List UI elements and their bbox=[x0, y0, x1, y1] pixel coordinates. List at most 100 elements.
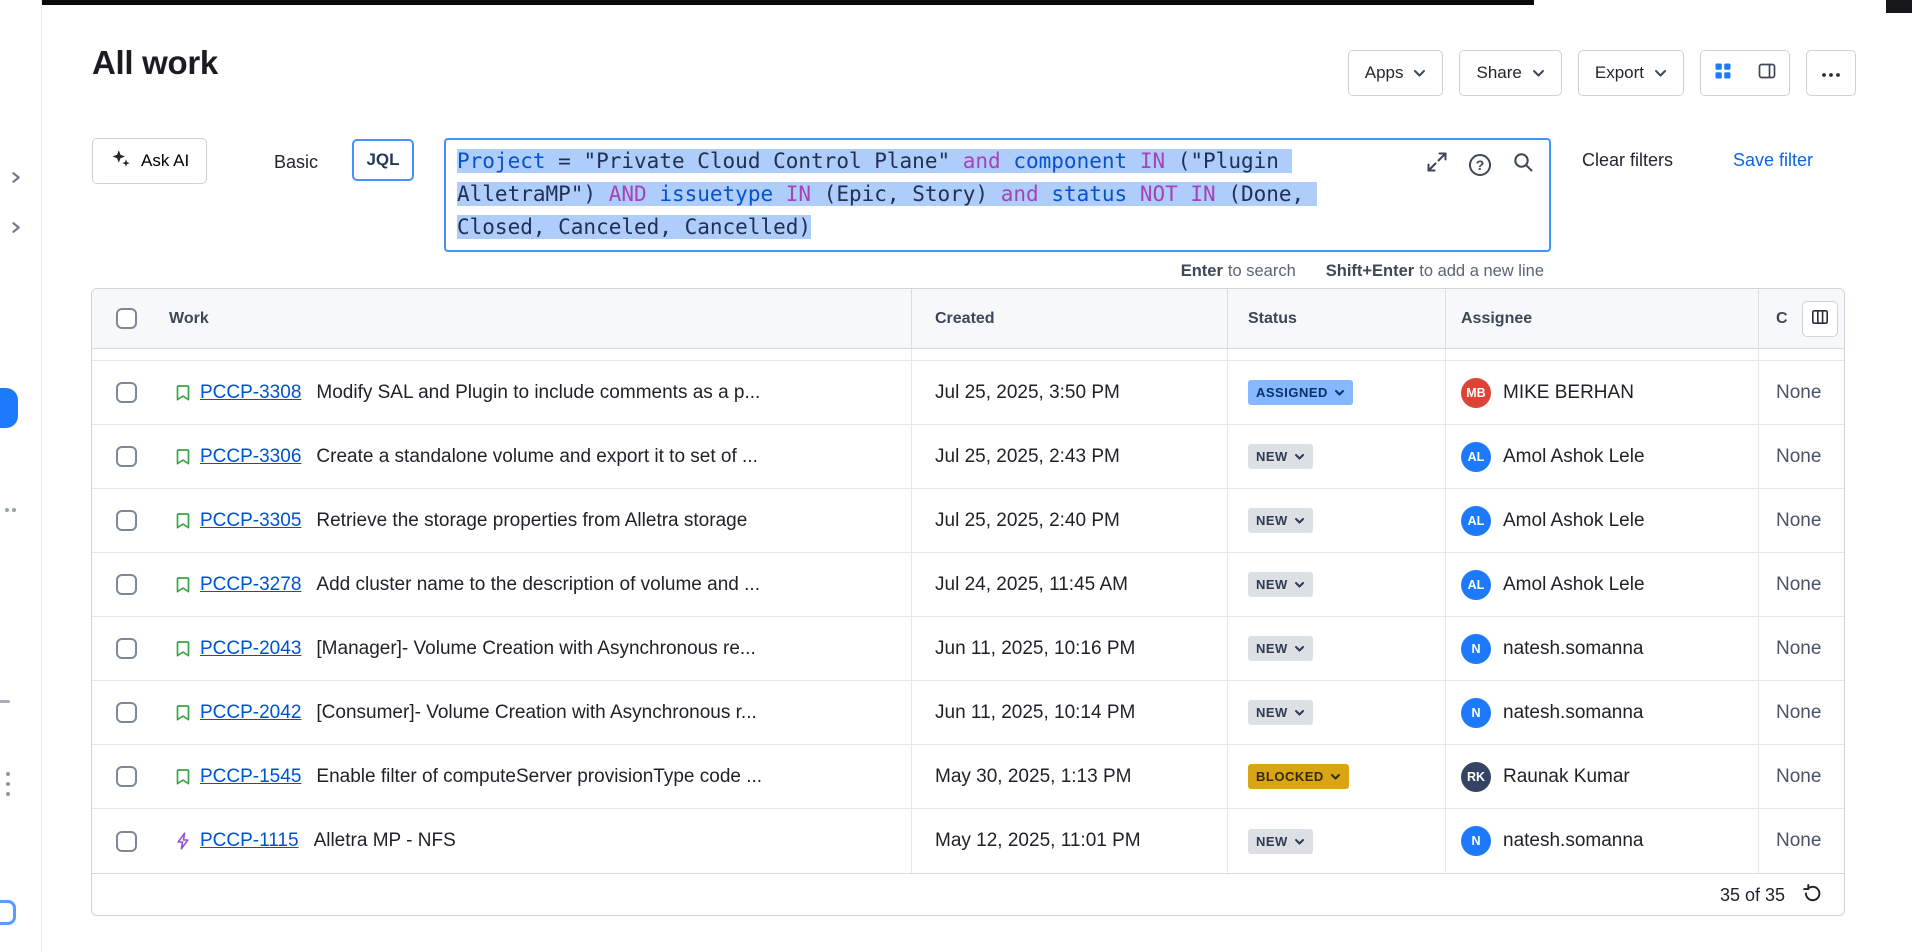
story-icon bbox=[173, 447, 193, 467]
search-icon[interactable] bbox=[1511, 150, 1535, 179]
ask-ai-button[interactable]: Ask AI bbox=[92, 138, 207, 184]
status-badge[interactable]: NEW bbox=[1248, 572, 1313, 597]
column-header-created[interactable]: Created bbox=[911, 289, 1227, 348]
extra-cell-value: None bbox=[1776, 702, 1821, 724]
issue-key-link[interactable]: PCCP-1545 bbox=[200, 766, 301, 788]
chevron-down-icon bbox=[1294, 513, 1305, 528]
avatar: N bbox=[1461, 698, 1491, 728]
share-button[interactable]: Share bbox=[1459, 50, 1561, 96]
header-actions: Apps Share Export bbox=[1348, 50, 1856, 96]
issue-key-link[interactable]: PCCP-3278 bbox=[200, 574, 301, 596]
apps-button[interactable]: Apps bbox=[1348, 50, 1444, 96]
hint-shift-key: Shift+Enter bbox=[1326, 262, 1414, 280]
row-checkbox[interactable] bbox=[116, 638, 137, 659]
sidebar-item-partial bbox=[0, 700, 10, 703]
status-badge[interactable]: NEW bbox=[1248, 636, 1313, 661]
more-button[interactable] bbox=[1806, 50, 1856, 96]
status-badge[interactable]: NEW bbox=[1248, 829, 1313, 854]
status-badge[interactable]: BLOCKED bbox=[1248, 764, 1349, 789]
created-date: Jun 11, 2025, 10:14 PM bbox=[935, 702, 1135, 724]
jql-query-text: Project = "Private Cloud Control Plane" … bbox=[457, 145, 1317, 244]
export-button[interactable]: Export bbox=[1578, 50, 1684, 96]
clear-filters-button[interactable]: Clear filters bbox=[1582, 150, 1673, 171]
chevron-down-icon bbox=[1294, 641, 1305, 656]
column-settings-button[interactable] bbox=[1802, 301, 1838, 337]
issue-summary: Create a standalone volume and export it… bbox=[316, 446, 757, 468]
epic-icon bbox=[173, 831, 193, 851]
issue-key-link[interactable]: PCCP-3305 bbox=[200, 510, 301, 532]
issue-summary: Enable filter of computeServer provision… bbox=[316, 766, 762, 788]
chevron-down-icon bbox=[1532, 63, 1545, 83]
column-header-status[interactable]: Status bbox=[1227, 289, 1445, 348]
status-badge[interactable]: NEW bbox=[1248, 444, 1313, 469]
table-row[interactable]: PCCP-1115Alletra MP - NFSMay 12, 2025, 1… bbox=[92, 809, 1844, 873]
table-row[interactable]: PCCP-3278 Add cluster name to the descrip… bbox=[92, 553, 1844, 617]
row-checkbox[interactable] bbox=[116, 382, 137, 403]
share-button-label: Share bbox=[1476, 63, 1521, 83]
status-badge[interactable]: NEW bbox=[1248, 700, 1313, 725]
row-checkbox[interactable] bbox=[116, 831, 137, 852]
issue-key-link[interactable]: PCCP-2043 bbox=[200, 638, 301, 660]
issue-key-link[interactable]: PCCP-1115 bbox=[200, 830, 299, 852]
sidebar-bottom-icon[interactable] bbox=[0, 900, 16, 925]
chevron-down-icon bbox=[1294, 449, 1305, 464]
help-icon[interactable]: ? bbox=[1469, 154, 1491, 176]
status-badge[interactable]: ASSIGNED bbox=[1248, 380, 1353, 405]
columns-icon bbox=[1810, 307, 1830, 332]
issue-summary: Add cluster name to the description of v… bbox=[316, 574, 760, 596]
row-checkbox[interactable] bbox=[116, 766, 137, 787]
tab-jql[interactable]: JQL bbox=[352, 139, 414, 181]
story-icon bbox=[173, 639, 193, 659]
created-date: Jul 25, 2025, 2:43 PM bbox=[935, 446, 1120, 468]
save-filter-button[interactable]: Save filter bbox=[1733, 150, 1813, 171]
status-badge[interactable]: NEW bbox=[1248, 508, 1313, 533]
issue-key-link[interactable]: PCCP-3308 bbox=[200, 382, 301, 404]
avatar: MB bbox=[1461, 378, 1491, 408]
select-all-checkbox[interactable] bbox=[116, 308, 137, 329]
column-header-work[interactable]: Work bbox=[160, 289, 911, 348]
issue-summary: [Manager]- Volume Creation with Asynchro… bbox=[316, 638, 755, 660]
extra-cell-value: None bbox=[1776, 830, 1821, 852]
created-date: May 30, 2025, 1:13 PM bbox=[935, 766, 1131, 788]
row-checkbox[interactable] bbox=[116, 702, 137, 723]
created-date: Jul 24, 2025, 11:45 AM bbox=[935, 574, 1128, 596]
avatar: AL bbox=[1461, 442, 1491, 472]
table-row[interactable]: PCCP-3308 Modify SAL and Plugin to includ… bbox=[92, 361, 1844, 425]
table-footer: 35 of 35 bbox=[92, 873, 1844, 916]
collapsed-sidebar bbox=[0, 0, 42, 952]
table-row[interactable]: PCCP-3305Retrieve the storage properties… bbox=[92, 489, 1844, 553]
more-icon bbox=[1820, 66, 1842, 81]
status-label: ASSIGNED bbox=[1256, 385, 1328, 400]
sidebar-active-item[interactable] bbox=[0, 388, 18, 428]
issue-summary: Modify SAL and Plugin to include comment… bbox=[316, 382, 760, 404]
row-checkbox[interactable] bbox=[116, 446, 137, 467]
avatar: AL bbox=[1461, 506, 1491, 536]
expand-icon[interactable] bbox=[1425, 150, 1449, 179]
detail-view-button[interactable] bbox=[1745, 51, 1789, 95]
created-date: Jul 25, 2025, 2:40 PM bbox=[935, 510, 1120, 532]
tab-basic[interactable]: Basic bbox=[262, 141, 330, 183]
refresh-icon bbox=[1801, 882, 1824, 908]
table-row[interactable]: PCCP-3306 Create a standalone volume and … bbox=[92, 425, 1844, 489]
jql-editor[interactable]: Project = "Private Cloud Control Plane" … bbox=[444, 138, 1551, 252]
issue-key-link[interactable]: PCCP-3306 bbox=[200, 446, 301, 468]
page-title: All work bbox=[92, 44, 218, 82]
window-corner bbox=[1886, 0, 1912, 13]
column-header-assignee[interactable]: Assignee bbox=[1445, 289, 1758, 348]
issue-summary: [Consumer]- Volume Creation with Asynchr… bbox=[316, 702, 756, 724]
table-row[interactable]: PCCP-1545 Enable filter of computeServer … bbox=[92, 745, 1844, 809]
list-view-button[interactable] bbox=[1701, 51, 1745, 95]
column-header-extra[interactable]: C bbox=[1776, 310, 1788, 328]
row-checkbox[interactable] bbox=[116, 574, 137, 595]
table-row[interactable]: PCCP-2043 [Manager]- Volume Creation with… bbox=[92, 617, 1844, 681]
chevron-down-icon bbox=[1413, 63, 1426, 83]
refresh-button[interactable] bbox=[1801, 882, 1824, 908]
assignee-name: Raunak Kumar bbox=[1503, 766, 1630, 788]
table-row[interactable]: PCCP-2042 [Consumer]- Volume Creation wit… bbox=[92, 681, 1844, 745]
issue-key-link[interactable]: PCCP-2042 bbox=[200, 702, 301, 724]
avatar: N bbox=[1461, 826, 1491, 856]
sidebar-expand-chevron-icon[interactable] bbox=[8, 220, 23, 240]
sidebar-expand-chevron-icon[interactable] bbox=[8, 170, 23, 190]
app-window: All work Apps Share Export Ask AI bbox=[0, 0, 1912, 952]
row-checkbox[interactable] bbox=[116, 510, 137, 531]
